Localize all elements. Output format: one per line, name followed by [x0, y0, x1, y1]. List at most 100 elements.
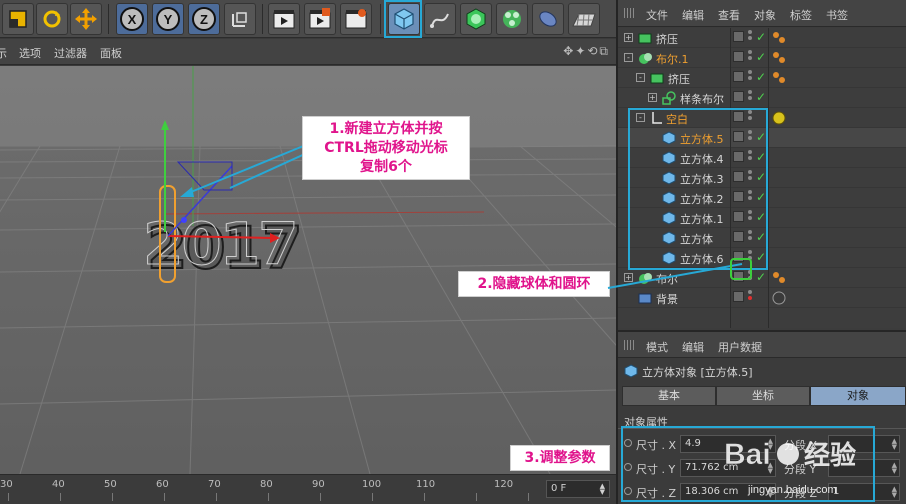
list-item-extrude-child[interactable]: - 挤压 ✓: [618, 68, 906, 88]
animate-dot-icon[interactable]: [624, 463, 632, 471]
expand-toggle-icon[interactable]: -: [624, 53, 633, 62]
render-to-picture-viewer-button[interactable]: [304, 3, 336, 35]
rotate-tool-button[interactable]: [36, 3, 68, 35]
coordinate-system-button[interactable]: [224, 3, 256, 35]
om-menu-file[interactable]: 文件: [646, 7, 668, 23]
render-view-button[interactable]: [268, 3, 300, 35]
layer-swatch[interactable]: [733, 71, 744, 82]
z-axis-lock-button[interactable]: Z: [188, 3, 220, 35]
layer-swatch[interactable]: [733, 31, 744, 42]
enabled-check-icon[interactable]: ✓: [756, 130, 766, 144]
phong-tag-icon[interactable]: [772, 51, 786, 65]
om-menu-edit[interactable]: 编辑: [682, 7, 704, 23]
visibility-dots[interactable]: [748, 230, 753, 244]
layer-swatch[interactable]: [733, 231, 744, 242]
enabled-check-icon[interactable]: ✓: [756, 170, 766, 184]
viewport-menu-display[interactable]: 示: [0, 45, 7, 61]
list-item-spline-mask[interactable]: + 样条布尔 ✓: [618, 88, 906, 108]
visibility-dots[interactable]: [748, 30, 753, 44]
attr-menu-user-data[interactable]: 用户数据: [718, 339, 762, 355]
visibility-dots[interactable]: [748, 210, 753, 224]
list-item-cube-2[interactable]: 立方体.2 ✓: [618, 188, 906, 208]
om-menu-bookmarks[interactable]: 书签: [826, 7, 848, 23]
layer-swatch[interactable]: [733, 111, 744, 122]
coordinate-system-icon: [232, 12, 247, 27]
visibility-dots[interactable]: [748, 50, 753, 64]
expand-toggle-icon[interactable]: +: [648, 93, 657, 102]
enabled-check-icon[interactable]: ✓: [756, 150, 766, 164]
layer-swatch[interactable]: [733, 171, 744, 182]
enabled-check-icon[interactable]: ✓: [756, 230, 766, 244]
subdivision-surface-button[interactable]: [460, 3, 492, 35]
material-tag-icon[interactable]: [772, 291, 786, 305]
enabled-check-icon[interactable]: ✓: [756, 250, 766, 264]
select-tool-button[interactable]: [2, 3, 34, 35]
x-axis-lock-button[interactable]: X: [116, 3, 148, 35]
timeline[interactable]: 30 40 50 60 70 80 90 100 110 120 0 F ▲ ▼: [0, 474, 616, 504]
cloner-button[interactable]: [496, 3, 528, 35]
enabled-check-icon[interactable]: ✓: [756, 270, 766, 284]
material-tag-icon[interactable]: [772, 111, 786, 125]
attr-menu-edit[interactable]: 编辑: [682, 339, 704, 355]
floor-object-button[interactable]: [568, 3, 600, 35]
enabled-check-icon[interactable]: ✓: [756, 90, 766, 104]
phong-tag-icon[interactable]: [772, 271, 786, 285]
list-item-label: 立方体.1: [680, 213, 724, 226]
layer-swatch[interactable]: [733, 211, 744, 222]
layer-swatch[interactable]: [733, 151, 744, 162]
tab-coordinates[interactable]: 坐标: [716, 386, 810, 406]
list-item-cube-1[interactable]: 立方体.1 ✓: [618, 208, 906, 228]
param-label: 尺寸 . Z: [636, 487, 677, 500]
list-item-cube-5[interactable]: 立方体.5 ✓: [618, 128, 906, 148]
list-item-cube[interactable]: 立方体 ✓: [618, 228, 906, 248]
tab-object[interactable]: 对象: [810, 386, 906, 406]
expand-toggle-icon[interactable]: -: [636, 113, 645, 122]
viewport-menu-panel[interactable]: 面板: [100, 45, 122, 61]
visibility-dots[interactable]: [748, 190, 753, 204]
phong-tag-icon[interactable]: [772, 71, 786, 85]
visibility-dots[interactable]: [748, 110, 753, 124]
current-frame-field[interactable]: 0 F ▲ ▼: [546, 480, 610, 498]
list-item-null[interactable]: - 空白: [618, 108, 906, 128]
attr-menu-mode[interactable]: 模式: [646, 339, 668, 355]
list-item-cube-3[interactable]: 立方体.3 ✓: [618, 168, 906, 188]
animate-dot-icon[interactable]: [624, 439, 632, 447]
visibility-dots[interactable]: [748, 70, 753, 84]
list-item-extrude[interactable]: + 挤压 ✓: [618, 28, 906, 48]
panel-grip-icon[interactable]: [624, 340, 636, 350]
layer-swatch[interactable]: [733, 51, 744, 62]
render-settings-button[interactable]: [340, 3, 372, 35]
expand-toggle-icon[interactable]: -: [636, 73, 645, 82]
list-item-boole-1[interactable]: - 布尔.1 ✓: [618, 48, 906, 68]
visibility-dots[interactable]: [748, 90, 753, 104]
list-item-cube-4[interactable]: 立方体.4 ✓: [618, 148, 906, 168]
cube-object-button[interactable]: [388, 3, 420, 35]
enabled-check-icon[interactable]: ✓: [756, 70, 766, 84]
visibility-dots[interactable]: [748, 130, 753, 144]
layer-swatch[interactable]: [733, 131, 744, 142]
viewport-menu-filter[interactable]: 过滤器: [54, 45, 87, 61]
enabled-check-icon[interactable]: ✓: [756, 190, 766, 204]
move-tool-button[interactable]: [70, 3, 102, 35]
text-2017-object[interactable]: 2017 2017: [143, 210, 304, 284]
viewport-menu-options[interactable]: 选项: [19, 45, 41, 61]
enabled-check-icon[interactable]: ✓: [756, 30, 766, 44]
viewport-nav-icons[interactable]: ✥✦⟲⧉: [563, 44, 610, 59]
animate-dot-icon[interactable]: [624, 487, 632, 495]
enabled-check-icon[interactable]: ✓: [756, 50, 766, 64]
om-menu-objects[interactable]: 对象: [754, 7, 776, 23]
layer-swatch[interactable]: [733, 91, 744, 102]
spline-pen-button[interactable]: [424, 3, 456, 35]
panel-grip-icon[interactable]: [624, 8, 636, 18]
om-menu-tags[interactable]: 标签: [790, 7, 812, 23]
visibility-dots[interactable]: [748, 150, 753, 164]
visibility-dots[interactable]: [748, 170, 753, 184]
tab-basic[interactable]: 基本: [622, 386, 716, 406]
om-menu-view[interactable]: 查看: [718, 7, 740, 23]
phong-tag-icon[interactable]: [772, 31, 786, 45]
deformer-button[interactable]: [532, 3, 564, 35]
layer-swatch[interactable]: [733, 191, 744, 202]
y-axis-lock-button[interactable]: Y: [152, 3, 184, 35]
expand-toggle-icon[interactable]: +: [624, 33, 633, 42]
enabled-check-icon[interactable]: ✓: [756, 210, 766, 224]
